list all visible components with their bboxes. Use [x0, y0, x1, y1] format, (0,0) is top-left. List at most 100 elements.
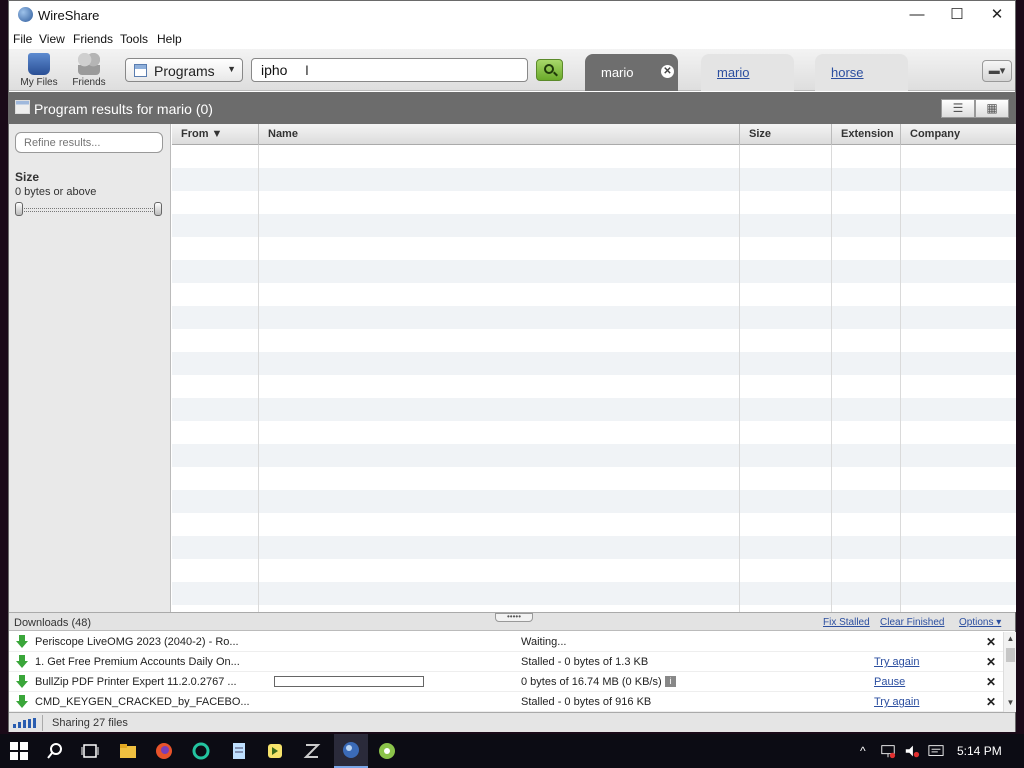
download-row[interactable]: 1. Get Free Premium Accounts Daily On...…	[9, 652, 1003, 672]
table-row	[172, 352, 1016, 375]
maximize-button[interactable]: ☐	[937, 1, 977, 29]
windows-taskbar: ^ 5:14 PM	[0, 734, 1024, 768]
category-dropdown[interactable]: Programs ▼	[125, 58, 243, 82]
fix-stalled-link[interactable]: Fix Stalled	[823, 617, 870, 628]
z-app-icon[interactable]	[303, 742, 321, 760]
scroll-up-icon[interactable]: ▲	[1004, 634, 1017, 643]
wireshare-logo-icon	[18, 7, 33, 22]
text-cursor-icon: I	[305, 62, 309, 78]
pause-link[interactable]: Pause	[874, 676, 905, 688]
column-extension[interactable]: Extension	[832, 124, 901, 145]
size-slider-max-handle[interactable]	[154, 202, 162, 216]
list-view-button[interactable]: ☰	[941, 99, 975, 118]
resize-grip[interactable]: •••••	[495, 613, 533, 622]
close-button[interactable]: ✕	[977, 1, 1017, 29]
green-app-icon[interactable]	[378, 742, 396, 760]
downloads-title: Downloads (48)	[14, 617, 92, 629]
table-row	[172, 145, 1016, 168]
size-slider-track[interactable]	[19, 208, 159, 212]
taskbar-clock[interactable]: 5:14 PM	[957, 744, 1002, 758]
friends-button[interactable]: Friends	[63, 51, 115, 89]
size-filter-value: 0 bytes or above	[15, 186, 97, 198]
grid-view-button[interactable]: ▦	[975, 99, 1009, 118]
windows-start-icon[interactable]	[10, 742, 28, 760]
menu-tools[interactable]: Tools	[120, 32, 148, 46]
refine-results-input[interactable]	[15, 132, 163, 153]
download-row[interactable]: BullZip PDF Printer Expert 11.2.0.2767 .…	[9, 672, 1003, 692]
notifications-icon[interactable]	[928, 742, 944, 760]
search-button[interactable]	[536, 59, 563, 81]
results-header: Program results for mario (0) ☰ ▦	[9, 92, 1015, 124]
table-row	[172, 559, 1016, 582]
sharing-status[interactable]: Sharing 27 files	[42, 715, 128, 731]
menu-help[interactable]: Help	[157, 32, 182, 46]
firefox-icon[interactable]	[155, 742, 173, 760]
remove-download-icon[interactable]: ✕	[986, 635, 996, 649]
network-icon[interactable]	[880, 742, 896, 760]
scroll-down-icon[interactable]: ▼	[1004, 698, 1017, 707]
wireshare-taskbar-button[interactable]	[334, 734, 368, 768]
downloads-scrollbar[interactable]: ▲ ▼	[1003, 632, 1016, 712]
bandicam-icon[interactable]	[266, 742, 284, 760]
file-explorer-icon[interactable]	[119, 742, 137, 760]
menu-view[interactable]: View	[39, 32, 65, 46]
search-input[interactable]	[251, 58, 528, 82]
opera-gx-icon[interactable]	[192, 742, 210, 760]
options-link[interactable]: Options ▾	[959, 617, 1001, 628]
table-row	[172, 237, 1016, 260]
remove-download-icon[interactable]: ✕	[986, 695, 996, 709]
download-name: BullZip PDF Printer Expert 11.2.0.2767 .…	[35, 676, 237, 688]
table-row	[172, 283, 1016, 306]
column-company[interactable]: Company	[901, 124, 1016, 145]
download-row[interactable]: Periscope LiveOMG 2023 (2040-2) - Ro... …	[9, 632, 1003, 652]
info-icon[interactable]: i	[665, 676, 676, 687]
try-again-link[interactable]: Try again	[874, 656, 919, 668]
tab-search-mario[interactable]: mario	[701, 54, 794, 91]
table-row	[172, 582, 1016, 605]
download-name: 1. Get Free Premium Accounts Daily On...	[35, 656, 240, 668]
table-row	[172, 375, 1016, 398]
chevron-down-icon: ▼	[227, 64, 236, 74]
table-row	[172, 536, 1016, 559]
search-icon-handle	[553, 71, 558, 77]
tab-search-mario-active[interactable]: mario ✕	[585, 54, 678, 91]
table-row	[172, 444, 1016, 467]
menu-friends[interactable]: Friends	[73, 32, 113, 46]
remove-download-icon[interactable]: ✕	[986, 655, 996, 669]
results-table: From ▼ Name Size Extension Company	[172, 124, 1016, 612]
signal-strength-icon[interactable]	[13, 718, 37, 728]
friends-icon	[78, 53, 100, 75]
menu-file[interactable]: File	[13, 32, 32, 46]
my-files-label: My Files	[20, 77, 58, 88]
remove-download-icon[interactable]: ✕	[986, 675, 996, 689]
column-from[interactable]: From ▼	[172, 124, 259, 145]
table-row	[172, 306, 1016, 329]
tab-close-icon[interactable]: ✕	[661, 65, 674, 78]
download-arrow-icon	[16, 695, 28, 708]
table-row	[172, 421, 1016, 444]
tab-label: horse	[831, 65, 864, 80]
show-hidden-icons[interactable]: ^	[860, 744, 866, 758]
column-name[interactable]: Name	[259, 124, 740, 145]
my-files-button[interactable]: My Files	[13, 51, 65, 89]
download-row[interactable]: CMD_KEYGEN_CRACKED_by_FACEBO... Stalled …	[9, 692, 1003, 712]
download-name: Periscope LiveOMG 2023 (2040-2) - Ro...	[35, 636, 239, 648]
task-view-icon[interactable]	[81, 742, 99, 760]
table-row	[172, 214, 1016, 237]
download-arrow-icon	[16, 655, 28, 668]
search-icon[interactable]	[46, 742, 64, 760]
scrollbar-thumb[interactable]	[1006, 648, 1015, 662]
table-row	[172, 168, 1016, 191]
minimize-button[interactable]: —	[897, 1, 937, 29]
size-filter-heading: Size	[15, 170, 40, 184]
download-status: Stalled - 0 bytes of 916 KB	[521, 696, 652, 708]
column-size[interactable]: Size	[740, 124, 832, 145]
size-slider-min-handle[interactable]	[15, 202, 23, 216]
connection-status-button[interactable]: ▬▾	[982, 60, 1012, 82]
try-again-link[interactable]: Try again	[874, 696, 919, 708]
clear-finished-link[interactable]: Clear Finished	[880, 617, 944, 628]
tab-search-horse[interactable]: horse	[815, 54, 908, 91]
volume-muted-icon[interactable]	[904, 742, 920, 760]
column-divider	[258, 145, 259, 612]
notepad-icon[interactable]	[230, 742, 248, 760]
